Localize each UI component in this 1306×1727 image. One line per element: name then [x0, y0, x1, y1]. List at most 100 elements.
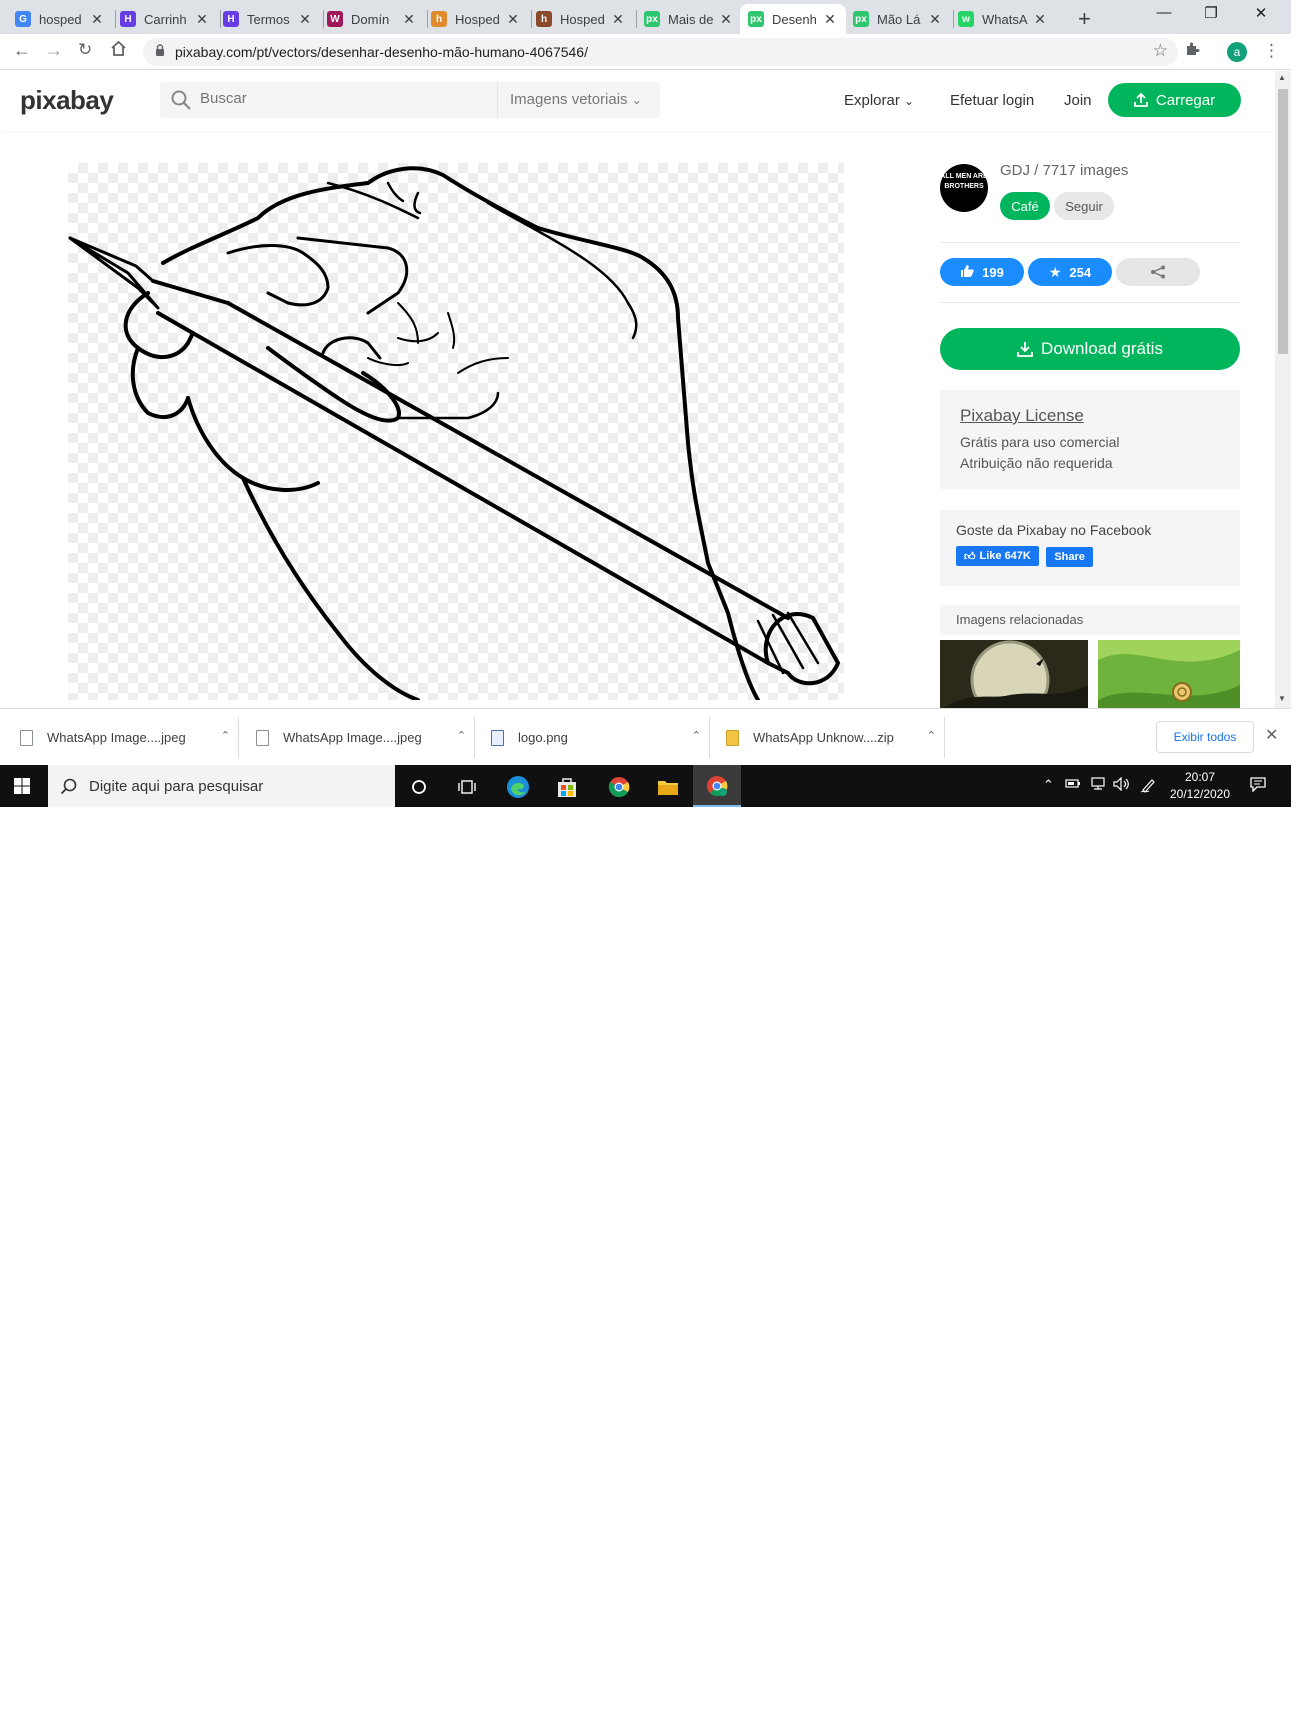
address-bar[interactable]: pixabay.com/pt/vectors/desenhar-desenho-… [143, 38, 1178, 66]
hand-drawing-illustration [68, 166, 840, 700]
file-explorer-icon[interactable] [656, 775, 680, 799]
close-tab-icon[interactable]: ✕ [89, 11, 105, 28]
close-tab-icon[interactable]: ✕ [505, 11, 521, 28]
home-icon[interactable] [110, 40, 127, 62]
facebook-like-button[interactable]: 👍︎ Like 647K [956, 546, 1039, 566]
lock-icon [156, 44, 164, 56]
close-tab-icon[interactable]: ✕ [718, 11, 734, 28]
favorite-button[interactable]: ★ 254 [1028, 258, 1112, 286]
network-icon[interactable] [1090, 777, 1106, 794]
browser-tab[interactable]: w WhatsA ✕ [950, 4, 1056, 34]
chrome-icon[interactable] [607, 775, 631, 799]
clock[interactable]: 20:07 20/12/2020 [1162, 769, 1238, 803]
profile-avatar[interactable]: a [1227, 42, 1247, 62]
close-tab-icon[interactable]: ✕ [401, 11, 417, 28]
browser-tab[interactable]: W Domín ✕ [319, 4, 425, 34]
chrome-active-window-button[interactable] [693, 765, 741, 807]
search-box: Imagens vetoriais ⌄ [160, 82, 660, 118]
coffee-button[interactable]: Café [1000, 192, 1050, 220]
browser-tab[interactable]: px Mão Lá ✕ [845, 4, 951, 34]
task-view-icon[interactable] [455, 775, 479, 799]
show-all-downloads-button[interactable]: Exibir todos [1156, 721, 1254, 753]
pixabay-icon: px [853, 11, 869, 27]
chevron-up-icon[interactable]: ⌃ [692, 729, 701, 742]
star-icon: ★ [1048, 263, 1062, 280]
browser-tab[interactable]: h Hosped ✕ [423, 4, 529, 34]
upload-button[interactable]: Carregar [1108, 83, 1241, 117]
bookmark-star-icon[interactable]: ☆ [1153, 41, 1168, 61]
windows-start-icon[interactable] [14, 778, 30, 794]
browser-tab[interactable]: px Mais de ✕ [636, 4, 742, 34]
facebook-share-button[interactable]: Share [1046, 546, 1093, 567]
close-tab-icon[interactable]: ✕ [822, 11, 838, 28]
forward-icon[interactable]: → [45, 40, 63, 61]
search-icon[interactable] [170, 89, 192, 111]
close-tab-icon[interactable]: ✕ [610, 11, 626, 28]
download-filename: WhatsApp Image....jpeg [283, 730, 422, 745]
pixabay-logo[interactable]: pixabay [20, 85, 114, 116]
notifications-icon[interactable] [1250, 777, 1266, 795]
follow-button[interactable]: Seguir [1054, 192, 1114, 220]
download-item[interactable]: logo.png ⌃ [491, 709, 711, 766]
extensions-icon[interactable] [1184, 41, 1200, 61]
search-type-dropdown[interactable]: Imagens vetoriais ⌄ [497, 82, 660, 118]
facebook-box: Goste da Pixabay no Facebook 👍︎ Like 647K… [940, 510, 1240, 586]
volume-icon[interactable] [1113, 776, 1131, 794]
w-icon: W [327, 11, 343, 27]
page-scrollbar[interactable]: ▲ ▼ [1275, 71, 1291, 708]
restore-button[interactable]: ❐ [1188, 4, 1234, 22]
like-button[interactable]: 199 [940, 258, 1024, 286]
close-tab-icon[interactable]: ✕ [927, 11, 943, 28]
download-item[interactable]: WhatsApp Image....jpeg ⌃ [20, 709, 240, 766]
browser-tab[interactable]: h Hosped ✕ [528, 4, 634, 34]
store-icon[interactable] [555, 775, 579, 799]
browser-tab[interactable]: px Desenh ✕ [740, 4, 846, 34]
browser-tab[interactable]: Ghosped ✕ [7, 4, 113, 34]
menu-icon[interactable]: ⋮ [1263, 41, 1280, 61]
chevron-up-icon[interactable]: ⌃ [457, 729, 466, 742]
close-tab-icon[interactable]: ✕ [1032, 11, 1048, 28]
browser-toolbar: ← → ↻ pixabay.com/pt/vectors/desenhar-de… [0, 34, 1291, 70]
scrollbar-thumb[interactable] [1278, 89, 1288, 354]
author-name[interactable]: GDJ / 7717 images [1000, 162, 1128, 179]
taskbar-search[interactable]: Digite aqui para pesquisar [48, 765, 395, 807]
search-type-label: Imagens vetoriais [510, 91, 628, 108]
browser-tab[interactable]: H Termos ✕ [215, 4, 321, 34]
search-input[interactable] [200, 90, 500, 107]
download-separator [944, 717, 945, 758]
license-title[interactable]: Pixabay License [960, 406, 1220, 426]
back-icon[interactable]: ← [13, 40, 31, 61]
scroll-down-icon[interactable]: ▼ [1278, 694, 1286, 703]
close-tab-icon[interactable]: ✕ [194, 11, 210, 28]
pen-ink-icon[interactable] [1140, 777, 1156, 796]
related-thumbnail-2[interactable] [1098, 640, 1240, 710]
new-tab-button[interactable]: + [1078, 6, 1091, 32]
download-item[interactable]: WhatsApp Unknow....zip ⌃ [726, 709, 946, 766]
battery-icon[interactable] [1065, 777, 1081, 792]
share-button[interactable] [1116, 258, 1200, 286]
reload-icon[interactable]: ↻ [78, 40, 92, 60]
close-icon[interactable]: ✕ [1265, 725, 1278, 745]
show-hidden-icons-icon[interactable]: ⌃ [1043, 777, 1054, 793]
main-image[interactable] [68, 163, 844, 700]
tab-strip: Ghosped ✕ H Carrinh ✕ H Termos ✕ W Domín ✕ h Hosped ✕… [0, 0, 1291, 34]
close-tab-icon[interactable]: ✕ [297, 11, 313, 28]
upload-icon [1134, 92, 1148, 107]
cortana-icon[interactable] [407, 775, 431, 799]
browser-tab[interactable]: H Carrinh ✕ [112, 4, 218, 34]
chevron-up-icon[interactable]: ⌃ [927, 729, 936, 742]
join-link[interactable]: Join [1064, 92, 1092, 109]
scroll-up-icon[interactable]: ▲ [1278, 73, 1286, 82]
chevron-up-icon[interactable]: ⌃ [221, 729, 230, 742]
explore-menu[interactable]: Explorar ⌄ [844, 92, 914, 109]
minimize-button[interactable]: — [1141, 4, 1187, 21]
login-link[interactable]: Efetuar login [950, 92, 1034, 109]
download-button[interactable]: Download grátis [940, 328, 1240, 370]
author-avatar[interactable]: ALL MEN ARE BROTHERS [940, 164, 988, 212]
close-window-button[interactable]: ✕ [1238, 4, 1284, 22]
download-separator [474, 717, 475, 758]
related-thumbnail-1[interactable] [940, 640, 1088, 710]
facebook-title: Goste da Pixabay no Facebook [956, 522, 1152, 538]
download-item[interactable]: WhatsApp Image....jpeg ⌃ [256, 709, 476, 766]
edge-icon[interactable] [506, 775, 530, 799]
